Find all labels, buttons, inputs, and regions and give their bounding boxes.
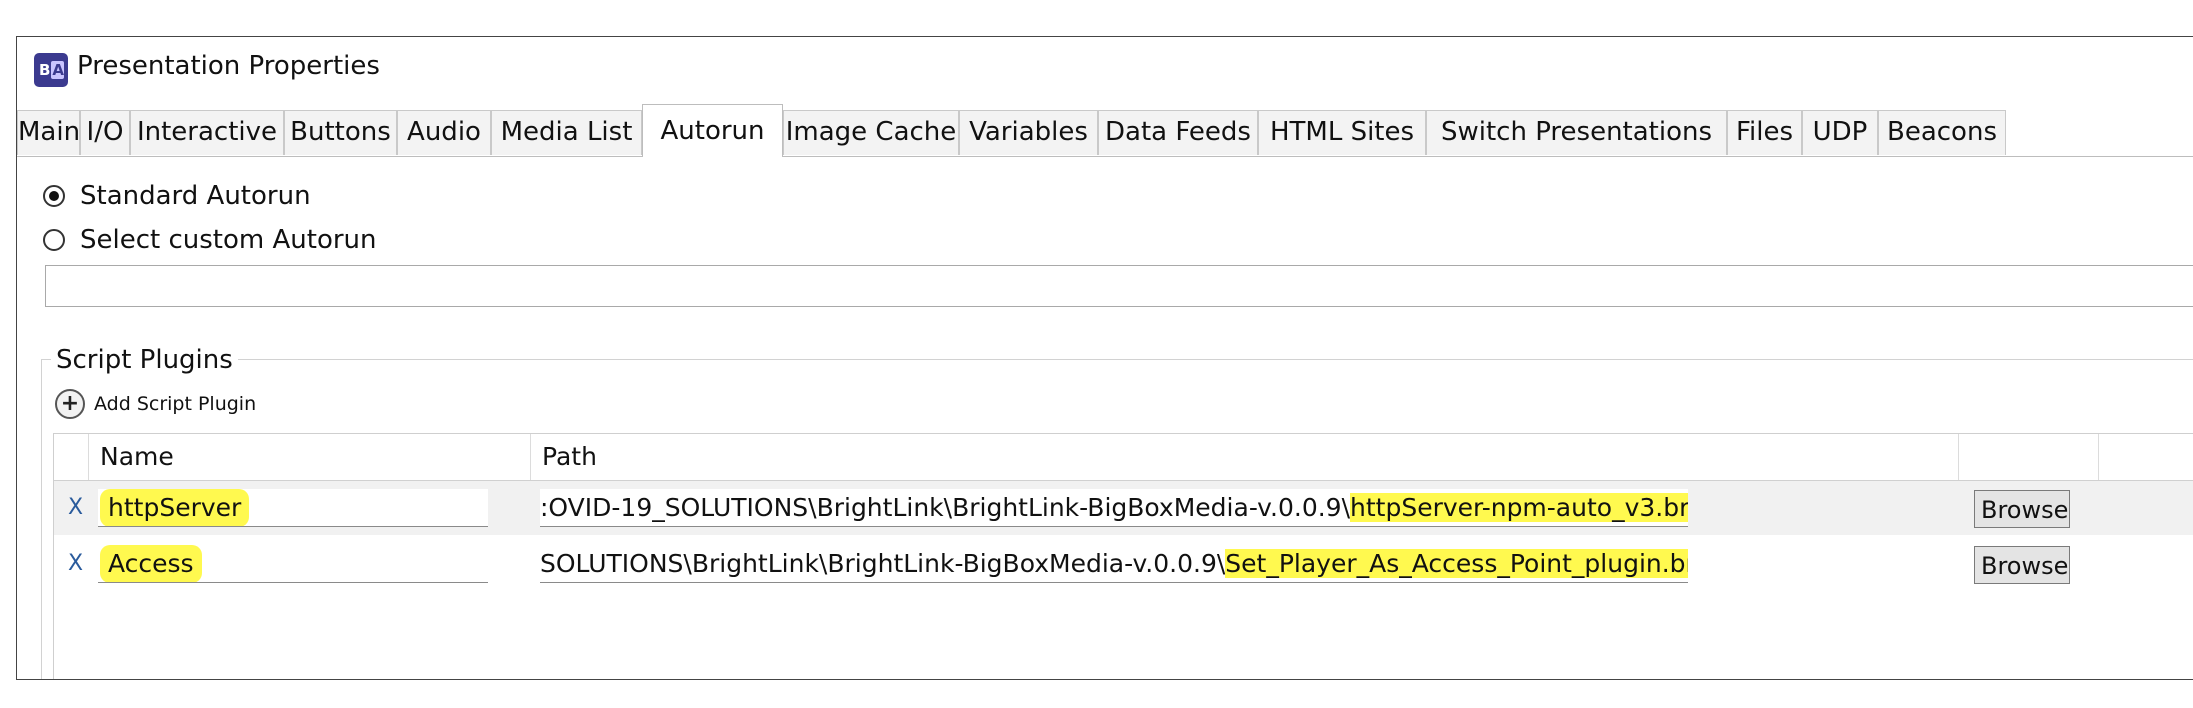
tab-interactive[interactable]: Interactive <box>130 110 284 155</box>
plugin-name-input[interactable]: Access <box>98 545 488 583</box>
add-script-plugin-button[interactable]: + Add Script Plugin <box>55 389 256 419</box>
remove-plugin-button[interactable]: X <box>68 495 83 520</box>
window-title: Presentation Properties <box>77 51 380 81</box>
script-plugins-group-label: Script Plugins <box>51 345 238 375</box>
column-header-path[interactable]: Path <box>542 442 597 471</box>
standard-autorun-option[interactable]: Standard Autorun <box>43 177 311 215</box>
tab-udp[interactable]: UDP <box>1802 110 1878 155</box>
custom-autorun-option[interactable]: Select custom Autorun <box>43 221 377 259</box>
custom-autorun-label: Select custom Autorun <box>80 225 377 255</box>
add-script-plugin-label: Add Script Plugin <box>94 393 257 415</box>
script-plugins-group-border <box>41 359 2193 360</box>
column-header-name[interactable]: Name <box>100 442 174 471</box>
plugin-path-input[interactable]: :OVID-19_SOLUTIONS\BrightLink\BrightLink… <box>540 489 1688 527</box>
plugin-name-value: Access <box>100 545 202 582</box>
tab-autorun[interactable]: Autorun <box>642 104 783 157</box>
tab-data-feeds[interactable]: Data Feeds <box>1098 110 1258 155</box>
custom-autorun-path-input[interactable] <box>45 265 2193 307</box>
tab-variables[interactable]: Variables <box>959 110 1098 155</box>
column-separator[interactable] <box>88 434 89 480</box>
plugin-path-file: Set_Player_As_Access_Point_plugin.brs <box>1225 549 1688 578</box>
tab-audio[interactable]: Audio <box>397 110 491 155</box>
tab-beacons[interactable]: Beacons <box>1878 110 2006 155</box>
browse-button[interactable]: Browse <box>1974 490 2070 528</box>
plugin-path-prefix: :OVID-19_SOLUTIONS\BrightLink\BrightLink… <box>540 493 1350 522</box>
table-row: X Access SOLUTIONS\BrightLink\BrightLink… <box>54 537 2193 591</box>
tab-main[interactable]: Main <box>17 110 80 155</box>
plugin-name-value: httpServer <box>100 489 250 526</box>
table-header: Name Path <box>54 434 2193 481</box>
plugin-name-input[interactable]: httpServer <box>98 489 488 527</box>
plugin-path-prefix: SOLUTIONS\BrightLink\BrightLink-BigBoxMe… <box>540 549 1226 578</box>
browse-button[interactable]: Browse <box>1974 546 2070 584</box>
tab-html-sites[interactable]: HTML Sites <box>1258 110 1426 155</box>
tab-strip: Main I/O Interactive Buttons Audio Media… <box>17 104 2193 157</box>
remove-plugin-button[interactable]: X <box>68 551 83 576</box>
presentation-properties-window: BA Presentation Properties Main I/O Inte… <box>16 36 2193 680</box>
standard-autorun-label: Standard Autorun <box>80 181 311 211</box>
plus-icon: + <box>55 389 85 419</box>
tab-media-list[interactable]: Media List <box>491 110 642 155</box>
tab-image-cache[interactable]: Image Cache <box>783 110 959 155</box>
tab-switch-presentations[interactable]: Switch Presentations <box>1426 110 1727 155</box>
tab-buttons[interactable]: Buttons <box>284 110 397 155</box>
tab-files[interactable]: Files <box>1727 110 1802 155</box>
column-separator[interactable] <box>530 434 531 480</box>
table-row: X httpServer :OVID-19_SOLUTIONS\BrightLi… <box>54 481 2193 535</box>
tab-io[interactable]: I/O <box>80 110 130 155</box>
ba-logo-icon: BA <box>34 53 68 87</box>
custom-autorun-radio[interactable] <box>43 229 65 251</box>
script-plugins-table: Name Path X httpServer :OVID-19_SOLUTION… <box>53 433 2193 679</box>
column-separator[interactable] <box>2098 434 2099 480</box>
script-plugins-group-border-left <box>41 359 42 679</box>
plugin-path-file: httpServer-npm-auto_v3.brs <box>1350 493 1688 522</box>
title-bar: BA Presentation Properties <box>17 37 2193 105</box>
column-separator[interactable] <box>1958 434 1959 480</box>
standard-autorun-radio[interactable] <box>43 185 65 207</box>
plugin-path-input[interactable]: SOLUTIONS\BrightLink\BrightLink-BigBoxMe… <box>540 545 1688 583</box>
